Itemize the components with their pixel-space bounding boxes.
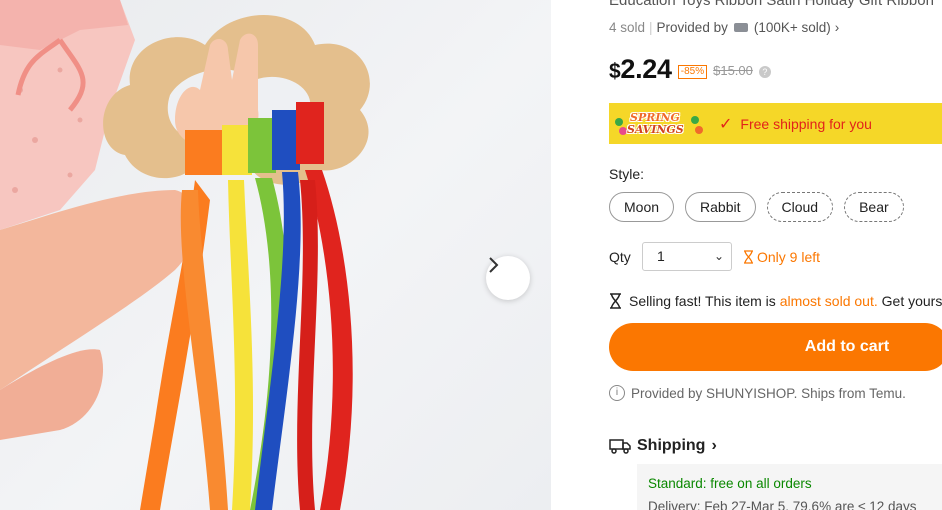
selling-fast-notice: Selling fast! This item is almost sold o…: [609, 293, 942, 309]
product-info-panel: Education Toys Ribbon Satin Holiday Gift…: [609, 0, 942, 510]
provided-note: i Provided by SHUNYISHOP. Ships from Tem…: [609, 385, 906, 401]
style-options: Moon Rabbit Cloud Bear: [609, 192, 904, 222]
original-price: $15.00: [713, 63, 753, 78]
chevron-down-icon: ⌄: [713, 249, 724, 263]
style-option-moon[interactable]: Moon: [609, 192, 675, 222]
style-option-bear[interactable]: Bear: [844, 192, 904, 222]
shipping-link[interactable]: Shipping ›: [609, 437, 717, 455]
quantity-label: Qty: [609, 249, 631, 265]
style-option-cloud[interactable]: Cloud: [766, 192, 834, 222]
product-title: Education Toys Ribbon Satin Holiday Gift…: [609, 0, 934, 9]
current-price: $2.24: [609, 54, 672, 84]
price-info-icon[interactable]: ?: [758, 66, 771, 78]
hourglass-icon: [744, 250, 753, 264]
hourglass-icon: [610, 293, 621, 309]
quantity-select[interactable]: 1 ⌄: [642, 242, 732, 271]
free-shipping-text: Free shipping for you: [740, 115, 872, 132]
product-image-gallery[interactable]: [0, 0, 551, 510]
free-shipping-banner: SPRING SAVINGS ✓ Free shipping for you: [609, 103, 942, 144]
style-label: Style:: [609, 166, 645, 182]
standard-shipping: Standard: free on all orders: [648, 476, 812, 491]
style-option-rabbit[interactable]: Rabbit: [685, 192, 756, 222]
sold-count: 4 sold: [609, 20, 646, 35]
add-to-cart-button[interactable]: Add to cart: [609, 323, 942, 371]
discount-badge: -85%: [677, 65, 708, 79]
provider-sold-link[interactable]: (100K+ sold): [754, 20, 831, 35]
meta-divider: |: [649, 20, 653, 35]
chevron-right-icon: [489, 257, 499, 273]
provided-by-label: Provided by: [656, 20, 728, 35]
product-meta: 4 sold | Provided by (100K+ sold) ›: [609, 20, 839, 35]
chevron-right-icon[interactable]: ›: [835, 20, 840, 35]
checkmark-icon: ✓: [719, 115, 733, 133]
stock-warning: Only 9 left: [743, 249, 820, 265]
price-row: $2.24 -85% $15.00 ?: [609, 54, 771, 85]
delivery-estimate: Delivery: Feb 27-Mar 5, 79.6% are ≤ 12 d…: [648, 499, 917, 510]
chevron-right-icon: ›: [711, 437, 717, 454]
spring-savings-logo: SPRING SAVINGS: [613, 110, 703, 138]
quantity-value: 1: [657, 248, 665, 264]
shipping-details: Standard: free on all orders Delivery: F…: [637, 464, 942, 510]
truck-icon: [609, 439, 631, 454]
info-icon: i: [609, 385, 625, 401]
product-photo: [0, 0, 370, 510]
next-image-button[interactable]: [486, 256, 530, 300]
provider-logo-icon: [733, 23, 748, 32]
